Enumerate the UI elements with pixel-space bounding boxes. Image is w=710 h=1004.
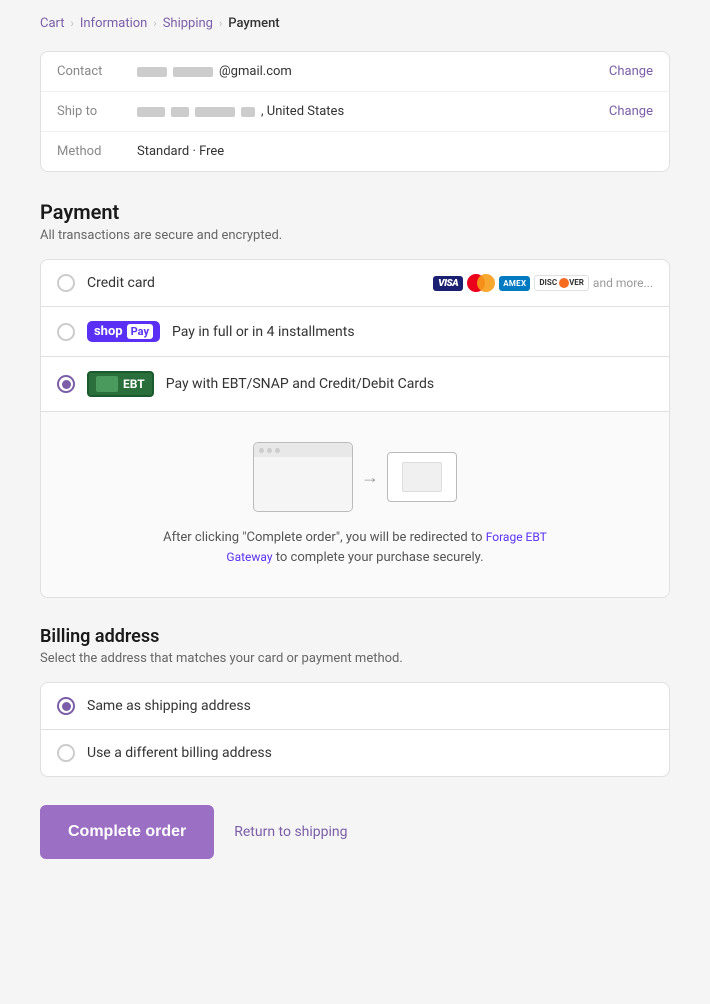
visa-icon: VISA: [433, 276, 463, 291]
complete-order-button[interactable]: Complete order: [40, 805, 214, 859]
ebt-icon: EBT: [87, 371, 154, 397]
same-as-shipping-radio-inner: [62, 702, 71, 711]
payment-options-card: Credit card VISA AMEX DISCVER and more..…: [40, 259, 670, 598]
billing-title: Billing address: [40, 626, 670, 647]
same-as-shipping-option[interactable]: Same as shipping address: [41, 683, 669, 730]
payment-title: Payment: [40, 200, 670, 224]
breadcrumb-information[interactable]: Information: [80, 16, 148, 31]
mastercard-icon: [467, 274, 495, 292]
breadcrumb-shipping[interactable]: Shipping: [163, 16, 213, 31]
browser-window-1: [253, 442, 353, 512]
redirect-illustration: →: [253, 442, 457, 512]
ebt-panel: → After clicking "Complete order", you w…: [41, 412, 669, 597]
method-row: Method Standard · Free: [41, 132, 669, 171]
credit-card-label: Credit card: [87, 275, 421, 291]
credit-card-option[interactable]: Credit card VISA AMEX DISCVER and more..…: [41, 260, 669, 307]
method-value: Standard · Free: [137, 144, 653, 159]
shop-pay-badge: shopPay: [87, 321, 160, 342]
credit-card-radio: [57, 274, 75, 292]
redirect-before: After clicking "Complete order", you wil…: [163, 530, 482, 545]
breadcrumb-cart[interactable]: Cart: [40, 16, 65, 31]
card-more-text: and more...: [593, 276, 653, 290]
shop-pay-label: Pay in full or in 4 installments: [172, 324, 653, 340]
ship-to-label: Ship to: [57, 104, 137, 119]
browser-dot-1: [259, 448, 264, 453]
billing-options-card: Same as shipping address Use a different…: [40, 682, 670, 777]
different-billing-option[interactable]: Use a different billing address: [41, 730, 669, 776]
different-billing-radio: [57, 744, 75, 762]
chevron-icon-3: ›: [219, 17, 222, 30]
redacted-address-1: [137, 107, 165, 117]
chevron-icon-1: ›: [71, 17, 74, 30]
ebt-radio: [57, 375, 75, 393]
redirect-text: After clicking "Complete order", you wil…: [145, 528, 565, 567]
arrow-right-icon: →: [361, 467, 379, 488]
breadcrumb: Cart › Information › Shipping › Payment: [40, 16, 670, 31]
return-to-shipping-link[interactable]: Return to shipping: [234, 824, 347, 840]
redacted-email-2: [173, 67, 213, 77]
ship-to-row: Ship to , United States Change: [41, 92, 669, 132]
contact-change-link[interactable]: Change: [609, 64, 653, 79]
ship-to-change-link[interactable]: Change: [609, 104, 653, 119]
redacted-address-2: [171, 107, 189, 117]
same-as-shipping-radio: [57, 697, 75, 715]
browser-inner: [402, 462, 442, 492]
discover-icon: DISCVER: [534, 275, 589, 291]
amex-icon: AMEX: [499, 276, 530, 291]
order-summary-card: Contact @gmail.com Change Ship to , Unit…: [40, 51, 670, 172]
ebt-label: Pay with EBT/SNAP and Credit/Debit Cards: [166, 376, 653, 392]
ebt-option[interactable]: EBT Pay with EBT/SNAP and Credit/Debit C…: [41, 357, 669, 412]
footer-actions: Complete order Return to shipping: [40, 805, 670, 859]
redacted-email-1: [137, 67, 167, 77]
same-as-shipping-label: Same as shipping address: [87, 698, 653, 714]
browser-dot-2: [267, 448, 272, 453]
card-icons: VISA AMEX DISCVER and more...: [433, 274, 653, 292]
ebt-radio-inner: [62, 380, 71, 389]
shop-pay-option[interactable]: shopPay Pay in full or in 4 installments: [41, 307, 669, 357]
browser-body-1: [254, 457, 352, 511]
contact-email-suffix: @gmail.com: [219, 64, 292, 79]
browser-dot-3: [275, 448, 280, 453]
chevron-icon-2: ›: [153, 17, 156, 30]
billing-subtitle: Select the address that matches your car…: [40, 651, 670, 666]
contact-value: @gmail.com: [137, 64, 609, 79]
redacted-address-3: [195, 107, 235, 117]
contact-label: Contact: [57, 64, 137, 79]
breadcrumb-payment: Payment: [228, 16, 279, 31]
different-billing-label: Use a different billing address: [87, 745, 653, 761]
ship-to-country: , United States: [261, 104, 344, 119]
shop-pay-radio: [57, 323, 75, 341]
payment-subtitle: All transactions are secure and encrypte…: [40, 228, 670, 243]
contact-row: Contact @gmail.com Change: [41, 52, 669, 92]
redirect-after: to complete your purchase securely.: [276, 550, 484, 565]
redacted-address-4: [241, 107, 255, 117]
browser-titlebar-1: [254, 443, 352, 457]
billing-section: Billing address Select the address that …: [40, 626, 670, 777]
ship-to-value: , United States: [137, 104, 609, 119]
payment-section: Payment All transactions are secure and …: [40, 200, 670, 598]
browser-window-2: [387, 452, 457, 502]
ebt-screen-icon: [96, 376, 118, 392]
method-label: Method: [57, 144, 137, 159]
